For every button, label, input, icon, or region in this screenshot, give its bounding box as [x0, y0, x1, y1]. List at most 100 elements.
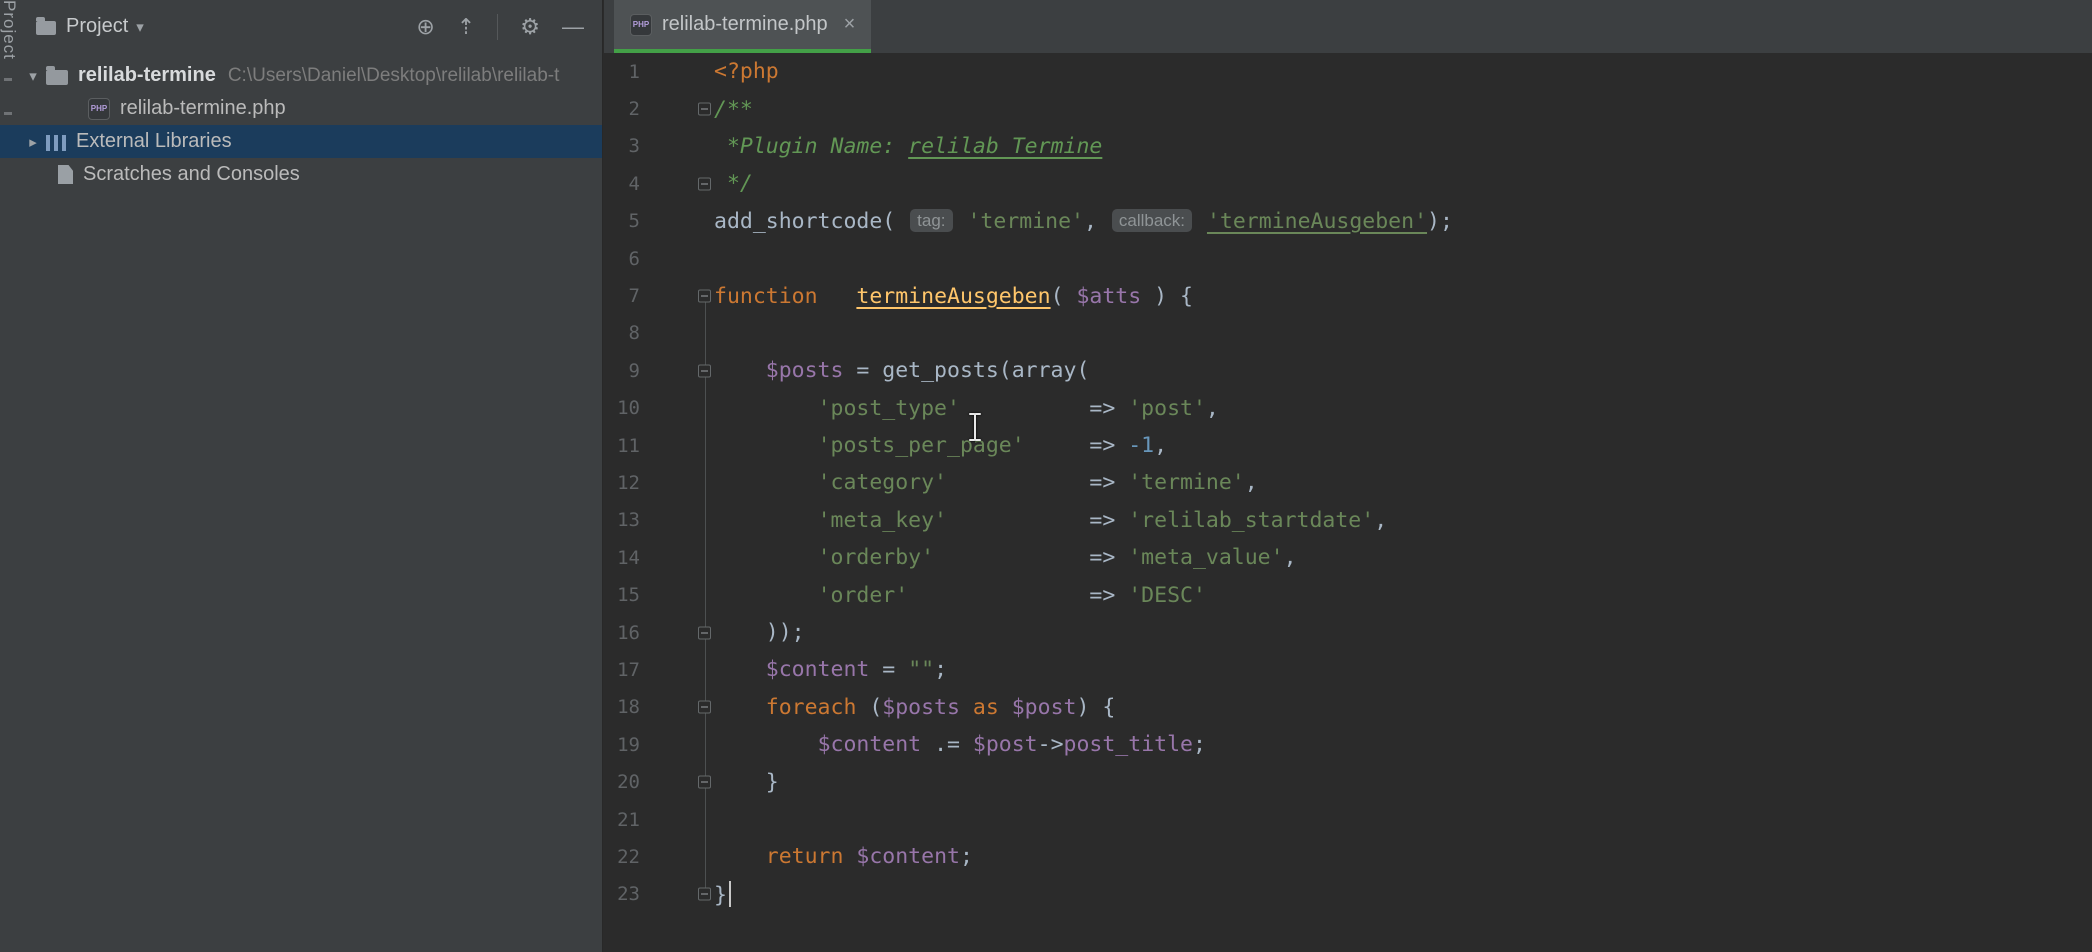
- code-line[interactable]: 7 function termineAusgeben( $atts ) {: [604, 277, 2092, 314]
- code-line[interactable]: 22 return $content;: [604, 838, 2092, 875]
- line-number[interactable]: 19: [604, 734, 640, 756]
- code-text: }: [714, 770, 779, 795]
- project-tree: ▾ relilab-termine C:\Users\Daniel\Desktop\…: [0, 53, 602, 191]
- code-text: 'orderby' => 'meta_value',: [714, 545, 1297, 570]
- code-line[interactable]: 17 $content = "";: [604, 651, 2092, 688]
- chevron-down-icon[interactable]: ▾: [136, 18, 144, 36]
- line-number[interactable]: 11: [604, 435, 640, 457]
- code-text: function termineAusgeben( $atts ) {: [714, 284, 1193, 309]
- code-line[interactable]: 16 ));: [604, 614, 2092, 651]
- code-text: */: [714, 171, 753, 196]
- tree-item-path: C:\Users\Daniel\Desktop\relilab\relilab-…: [228, 65, 602, 87]
- code-line[interactable]: 5add_shortcode( tag: 'termine', callback…: [604, 203, 2092, 240]
- code-text: <?php: [714, 59, 779, 84]
- line-number[interactable]: 14: [604, 547, 640, 569]
- tree-item-label: External Libraries: [76, 130, 232, 153]
- code-line[interactable]: 14 'orderby' => 'meta_value',: [604, 539, 2092, 576]
- line-number[interactable]: 18: [604, 696, 640, 718]
- gutter-fold-column: [640, 876, 714, 913]
- fold-marker-icon[interactable]: [698, 776, 711, 789]
- code-line[interactable]: 11 'posts_per_page' => -1,: [604, 427, 2092, 464]
- stripe-project-button[interactable]: Project: [0, 0, 19, 60]
- code-line[interactable]: 19 $content .= $post->post_title;: [604, 726, 2092, 763]
- project-panel-title[interactable]: Project: [66, 15, 128, 38]
- tree-item-label: relilab-termine: [78, 64, 216, 87]
- line-number[interactable]: 16: [604, 622, 640, 644]
- tree-item-label: Scratches and Consoles: [83, 163, 300, 186]
- hide-panel-icon[interactable]: —: [562, 16, 584, 38]
- collapse-all-icon[interactable]: ⇡: [457, 16, 475, 38]
- code-text: 'posts_per_page' => -1,: [714, 433, 1167, 458]
- editor-tab-bar: PHP relilab-termine.php ×: [604, 0, 2092, 53]
- code-line[interactable]: 10 'post_type' => 'post',: [604, 390, 2092, 427]
- fold-marker-icon[interactable]: [698, 701, 711, 714]
- fold-marker-icon[interactable]: [698, 177, 711, 190]
- code-line[interactable]: 2/**: [604, 90, 2092, 127]
- code-line[interactable]: 23}: [604, 876, 2092, 913]
- code-line[interactable]: 15 'order' => 'DESC': [604, 576, 2092, 613]
- code-editor[interactable]: 1<?php2/**3 *Plugin Name: relilab Termin…: [604, 53, 2092, 952]
- code-line[interactable]: 9 $posts = get_posts(array(: [604, 352, 2092, 389]
- tree-item-external-libraries[interactable]: ▸ External Libraries: [0, 125, 602, 158]
- fold-marker-icon[interactable]: [698, 364, 711, 377]
- settings-gear-icon[interactable]: ⚙: [520, 16, 540, 38]
- gutter-fold-column: [640, 726, 714, 763]
- line-number[interactable]: 21: [604, 809, 640, 831]
- tree-item-relilab-termine-php[interactable]: PHPrelilab-termine.php: [0, 92, 602, 125]
- line-number[interactable]: 23: [604, 883, 640, 905]
- code-line[interactable]: 1 <?php: [604, 53, 2092, 90]
- project-panel: Project ▾ ⊕ ⇡ ⚙ — ▾ relilab-termine C:\Users\…: [0, 0, 603, 952]
- fold-marker-icon[interactable]: [698, 888, 711, 901]
- code-line[interactable]: 20 }: [604, 763, 2092, 800]
- ide-window: Project Project ▾ ⊕ ⇡ ⚙ — ▾ relilab-termine C…: [0, 0, 2092, 952]
- code-line[interactable]: 13 'meta_key' => 'relilab_startdate',: [604, 502, 2092, 539]
- code-text: $content .= $post->post_title;: [714, 732, 1206, 757]
- close-icon[interactable]: ×: [844, 13, 856, 36]
- line-number[interactable]: 20: [604, 771, 640, 793]
- gutter-fold-column: [640, 315, 714, 352]
- code-text: 'category' => 'termine',: [714, 470, 1258, 495]
- php-file-icon: PHP: [88, 98, 110, 120]
- line-number[interactable]: 7: [604, 285, 640, 307]
- code-line[interactable]: 8: [604, 315, 2092, 352]
- line-number[interactable]: 22: [604, 846, 640, 868]
- tree-item-scratches-and-consoles[interactable]: Scratches and Consoles: [0, 158, 602, 191]
- line-number[interactable]: 6: [604, 248, 640, 270]
- gutter-fold-column: [640, 427, 714, 464]
- line-number[interactable]: 10: [604, 397, 640, 419]
- tab-relilab-termine-php[interactable]: PHP relilab-termine.php ×: [614, 0, 871, 53]
- tree-item-relilab-termine-root[interactable]: ▾ relilab-termine C:\Users\Daniel\Desktop\…: [0, 59, 602, 92]
- line-number[interactable]: 12: [604, 472, 640, 494]
- gutter-fold-column: [640, 165, 714, 202]
- project-folder-icon: [36, 21, 56, 35]
- code-line[interactable]: 18 foreach ($posts as $post) {: [604, 689, 2092, 726]
- fold-marker-icon[interactable]: [698, 103, 711, 116]
- line-number[interactable]: 17: [604, 659, 640, 681]
- gutter-fold-column: [640, 203, 714, 240]
- code-line[interactable]: 6: [604, 240, 2092, 277]
- line-number[interactable]: 4: [604, 173, 640, 195]
- gutter-fold-column: [640, 352, 714, 389]
- line-number[interactable]: 2: [604, 98, 640, 120]
- line-number[interactable]: 15: [604, 584, 640, 606]
- code-line[interactable]: 21: [604, 801, 2092, 838]
- line-number[interactable]: 13: [604, 509, 640, 531]
- code-text: $posts = get_posts(array(: [714, 358, 1089, 383]
- gutter-fold-column: [640, 90, 714, 127]
- line-number[interactable]: 8: [604, 322, 640, 344]
- fold-marker-icon[interactable]: [698, 290, 711, 303]
- line-number[interactable]: 1: [604, 61, 640, 83]
- line-number[interactable]: 9: [604, 360, 640, 382]
- code-text: 'meta_key' => 'relilab_startdate',: [714, 508, 1387, 533]
- gutter-fold-column: [640, 614, 714, 651]
- locate-file-icon[interactable]: ⊕: [416, 16, 434, 38]
- code-text: *Plugin Name: relilab Termine: [714, 134, 1102, 159]
- code-line[interactable]: 12 'category' => 'termine',: [604, 464, 2092, 501]
- fold-marker-icon[interactable]: [698, 626, 711, 639]
- line-number[interactable]: 5: [604, 210, 640, 232]
- code-line[interactable]: 4 */: [604, 165, 2092, 202]
- line-number[interactable]: 3: [604, 135, 640, 157]
- chevron-right-icon[interactable]: ▸: [20, 133, 46, 151]
- code-line[interactable]: 3 *Plugin Name: relilab Termine: [604, 128, 2092, 165]
- chevron-down-icon[interactable]: ▾: [20, 67, 46, 85]
